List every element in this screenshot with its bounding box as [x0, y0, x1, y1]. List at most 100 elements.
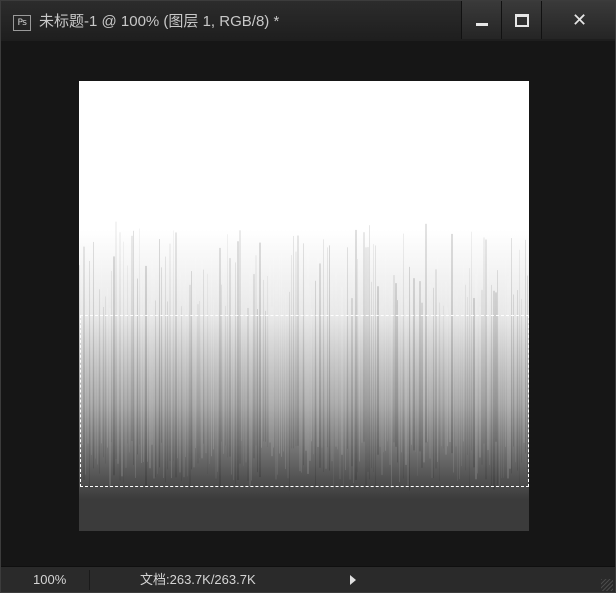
canvas-streak — [463, 264, 464, 442]
canvas-streak — [521, 298, 522, 463]
canvas-streak — [171, 226, 172, 479]
play-arrow-icon[interactable] — [350, 575, 356, 585]
canvas-streak — [397, 300, 398, 463]
canvas-streak — [195, 228, 196, 449]
canvas-streak — [109, 308, 111, 488]
canvas-streak — [219, 247, 221, 489]
canvas-streak — [245, 291, 247, 463]
canvas-streak — [441, 274, 442, 447]
canvas-streak — [139, 228, 140, 445]
canvas-streak — [229, 258, 231, 457]
canvas-streak — [117, 310, 119, 464]
canvas-streak — [339, 293, 341, 480]
canvas-streak — [179, 241, 181, 473]
canvas-streak — [467, 296, 468, 455]
canvas-streak — [363, 232, 365, 442]
canvas-streak — [127, 265, 128, 444]
maximize-button[interactable] — [501, 1, 541, 39]
canvas-streak — [513, 294, 514, 447]
canvas-streak — [493, 290, 495, 490]
canvas-streak — [207, 273, 208, 475]
canvas-streak — [391, 278, 392, 488]
canvas-streak — [415, 227, 416, 453]
canvas-streak — [137, 278, 138, 455]
canvas-streak — [519, 249, 520, 487]
canvas-streak — [329, 245, 330, 471]
canvas-streak — [317, 233, 319, 447]
canvas-streak — [427, 230, 428, 442]
close-button[interactable]: ✕ — [541, 1, 615, 39]
canvas-streak — [445, 282, 447, 455]
canvas-streak — [423, 310, 425, 463]
canvas-streak — [239, 230, 241, 464]
canvas-streak — [185, 252, 186, 458]
canvas-streak — [383, 267, 384, 453]
canvas-streak — [379, 303, 381, 447]
canvas-streak — [351, 298, 353, 467]
canvas-streak — [487, 232, 489, 451]
canvas-streak — [409, 266, 410, 491]
canvas-streak — [299, 228, 301, 472]
canvas-streak — [419, 281, 421, 452]
canvas-streak — [181, 306, 182, 482]
canvas-streak — [433, 287, 434, 479]
title-bar[interactable]: Ps 未标题-1 @ 100% (图层 1, RGB/8) * ✕ — [1, 1, 615, 42]
canvas-streak — [377, 286, 379, 455]
canvas-streak — [261, 229, 262, 448]
canvas-streak — [211, 228, 212, 457]
document-canvas[interactable] — [79, 81, 529, 531]
canvas-streak — [399, 299, 400, 483]
zoom-level-field[interactable]: 100% — [1, 567, 89, 592]
canvas-streak — [161, 267, 162, 443]
canvas-streak — [131, 235, 133, 442]
canvas-streak — [333, 234, 334, 490]
canvas-streak — [343, 281, 344, 488]
canvas-streak — [509, 269, 511, 469]
canvas-streak — [115, 221, 117, 459]
canvas-streak — [387, 307, 388, 442]
canvas-streak — [191, 271, 192, 470]
canvas-streak — [337, 303, 338, 450]
canvas-streak — [113, 256, 115, 476]
canvas-streak — [359, 264, 360, 462]
minimize-button[interactable] — [461, 1, 501, 39]
canvas-streak — [447, 307, 448, 447]
canvas-streak — [511, 238, 512, 474]
canvas-streak — [285, 294, 286, 470]
canvas-streak — [481, 289, 483, 465]
canvas-streak — [247, 307, 249, 481]
canvas-streak — [155, 300, 156, 478]
canvas-streak — [315, 280, 316, 487]
canvas-streak — [237, 241, 239, 481]
canvas-streak — [251, 255, 252, 481]
canvas-streak — [403, 233, 404, 479]
canvas-streak — [159, 239, 160, 468]
canvas-streak — [165, 256, 166, 483]
status-divider — [89, 570, 90, 590]
canvas-streak — [479, 306, 481, 458]
canvas-streak — [323, 239, 324, 473]
canvas-streak — [291, 255, 292, 449]
canvas-streak — [367, 247, 369, 472]
canvas-streak — [147, 300, 148, 462]
canvas-streak — [503, 292, 504, 478]
canvas-streak — [365, 247, 367, 489]
canvas-streak — [103, 306, 104, 458]
canvas-streak — [101, 229, 102, 444]
canvas-streak — [271, 306, 273, 457]
canvas-streak — [111, 270, 112, 443]
photoshop-app-icon: Ps — [13, 15, 31, 31]
canvas-streak — [167, 301, 168, 470]
resize-grip-icon[interactable] — [601, 579, 613, 591]
canvas-streak — [321, 235, 323, 448]
canvas-streak — [303, 243, 304, 466]
canvas-streak — [491, 284, 492, 488]
canvas-streak — [163, 241, 164, 478]
canvas-streak — [453, 285, 454, 473]
canvas-streak — [475, 274, 477, 480]
canvas-streak — [175, 232, 177, 478]
canvas-streak — [263, 279, 264, 442]
canvas-streak — [461, 295, 462, 467]
document-title: 未标题-1 @ 100% (图层 1, RGB/8) * — [39, 13, 280, 30]
canvas-streak — [353, 237, 354, 483]
